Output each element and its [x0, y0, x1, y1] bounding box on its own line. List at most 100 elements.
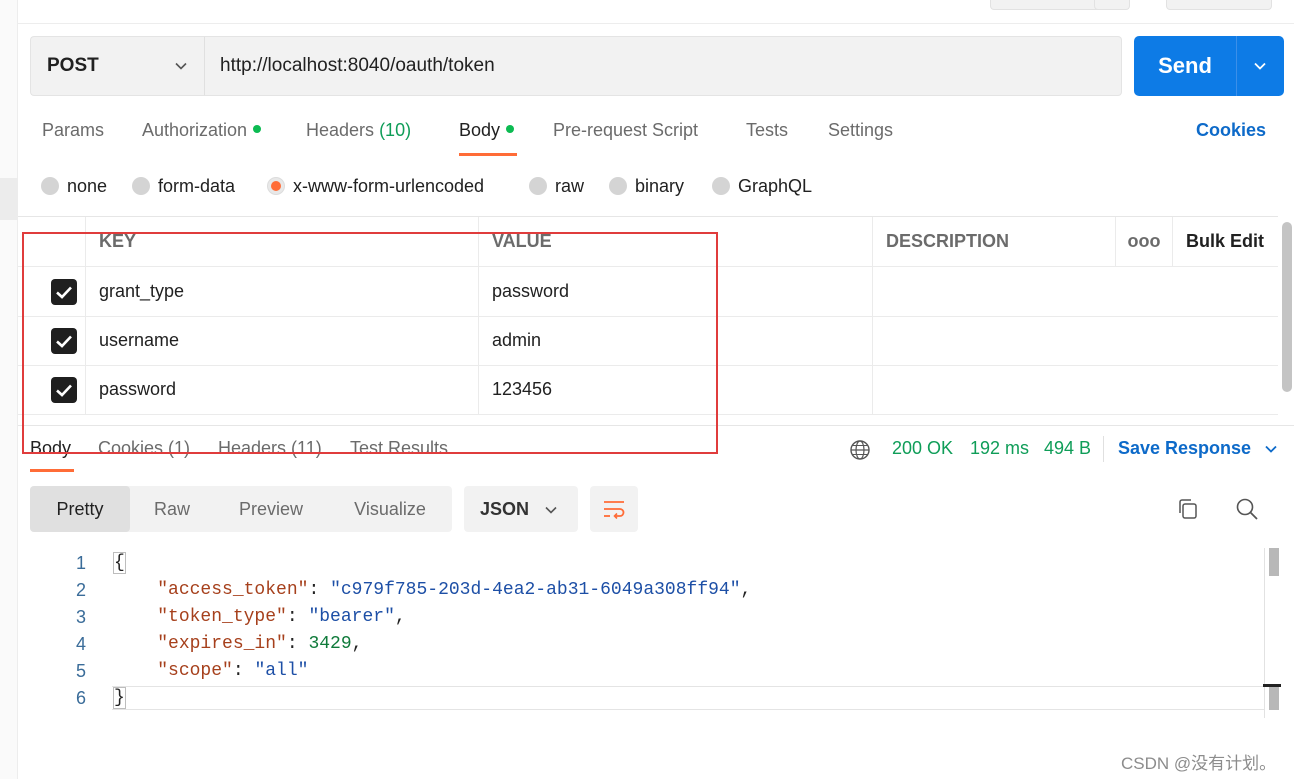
radio-circle-icon [132, 177, 150, 195]
table-scrollbar[interactable] [1282, 222, 1292, 392]
table-row: grant_type password [18, 267, 1278, 317]
radio-selected-icon [267, 177, 285, 195]
format-select[interactable]: JSON [464, 486, 578, 532]
chevron-down-icon [1265, 446, 1277, 454]
radio-label: x-www-form-urlencoded [293, 175, 485, 196]
row-key-cell[interactable]: grant_type [85, 267, 478, 316]
tab-params[interactable]: Params [42, 120, 104, 144]
view-mode-visualize[interactable]: Visualize [328, 486, 452, 532]
checkmark-icon [56, 335, 72, 348]
code-line: "token_type": "bearer", [157, 607, 406, 627]
row-value-cell[interactable]: password [478, 267, 872, 316]
code-line: "expires_in": 3429, [157, 634, 363, 654]
save-response-button[interactable]: Save Response [1118, 438, 1278, 459]
view-mode-preview[interactable]: Preview [214, 486, 328, 532]
copy-button[interactable] [1175, 496, 1201, 522]
table-header-row: KEY VALUE DESCRIPTION ooo Bulk Edit [18, 217, 1278, 267]
radio-label: GraphQL [738, 175, 813, 196]
response-tab-headers[interactable]: Headers (11) [218, 438, 322, 459]
send-button[interactable]: Send [1134, 36, 1284, 96]
response-code-viewer[interactable]: 1 { 2 "access_token": "c979f785-203d-4ea… [30, 548, 1264, 718]
format-label: JSON [480, 498, 530, 519]
bulk-edit-button[interactable]: Bulk Edit [1172, 217, 1278, 266]
radio-binary[interactable]: binary [609, 174, 684, 198]
method-label: POST [47, 55, 99, 76]
row-checkbox[interactable] [51, 377, 77, 403]
tab-label: Headers [306, 120, 375, 140]
json-key: "scope" [157, 661, 233, 681]
row-value-cell[interactable]: admin [478, 316, 872, 365]
row-checkbox[interactable] [51, 328, 77, 354]
radio-form-data[interactable]: form-data [132, 174, 235, 198]
tab-headers[interactable]: Headers (10) [306, 120, 411, 144]
send-label: Send [1158, 53, 1212, 78]
tab-authorization[interactable]: Authorization [142, 120, 262, 144]
response-size[interactable]: 494 B [1044, 438, 1091, 459]
line-number: 5 [75, 661, 86, 681]
radio-raw[interactable]: raw [529, 174, 584, 198]
column-header-key: KEY [85, 217, 478, 266]
row-description-cell[interactable] [872, 267, 1278, 316]
view-mode-segment: Pretty Raw Preview Visualize [30, 486, 452, 532]
code-line: "access_token": "c979f785-203d-4ea2-ab31… [157, 580, 752, 600]
json-key: "access_token" [157, 580, 309, 600]
response-tab-test-results[interactable]: Test Results [350, 438, 448, 459]
column-header-value: VALUE [478, 217, 872, 266]
response-tab-cookies[interactable]: Cookies (1) [98, 438, 190, 459]
top-toolbar-button[interactable] [1166, 0, 1272, 10]
line-number: 4 [75, 634, 86, 654]
tab-tests[interactable]: Tests [746, 120, 788, 144]
radio-label: none [67, 175, 108, 196]
row-key-cell[interactable]: password [85, 365, 478, 414]
line-number: 6 [75, 688, 86, 708]
chevron-down-icon [545, 506, 557, 514]
radio-circle-icon [529, 177, 547, 195]
chevron-down-icon [175, 62, 187, 70]
tab-label: Params [42, 120, 105, 140]
checkmark-icon [56, 286, 72, 299]
view-mode-raw[interactable]: Raw [130, 486, 214, 532]
tab-settings[interactable]: Settings [828, 120, 893, 144]
table-row: username admin [18, 316, 1278, 366]
radio-graphql[interactable]: GraphQL [712, 174, 812, 198]
copy-icon [1179, 499, 1197, 519]
response-tab-body[interactable]: Body [30, 438, 71, 459]
radio-none[interactable]: none [41, 174, 107, 198]
line-number: 2 [75, 580, 86, 600]
globe-icon[interactable] [849, 439, 871, 461]
radio-circle-icon [41, 177, 59, 195]
radio-x-www-form-urlencoded[interactable]: x-www-form-urlencoded [267, 174, 484, 198]
json-key: "expires_in" [157, 634, 287, 654]
word-wrap-button[interactable] [590, 486, 638, 532]
code-viewer-edge [1264, 548, 1265, 718]
code-brace: { [113, 552, 126, 574]
url-input[interactable]: http://localhost:8040/oauth/token [204, 36, 1122, 96]
json-value: "bearer" [308, 607, 395, 627]
more-options-icon[interactable]: ooo [1115, 217, 1172, 266]
wrap-lines-icon [604, 501, 625, 519]
row-checkbox[interactable] [51, 279, 77, 305]
tab-body[interactable]: Body [459, 120, 515, 144]
cookies-link[interactable]: Cookies [1196, 120, 1266, 141]
row-description-cell[interactable] [872, 365, 1278, 414]
tab-label: Tests [746, 120, 789, 140]
method-select[interactable]: POST [30, 36, 204, 96]
params-table: KEY VALUE DESCRIPTION ooo Bulk Edit gran… [18, 216, 1278, 415]
line-number: 3 [75, 607, 86, 627]
left-sidebar-edge [0, 0, 18, 779]
url-text: http://localhost:8040/oauth/token [220, 55, 495, 76]
send-options-chevron-icon[interactable] [1252, 58, 1268, 74]
response-time[interactable]: 192 ms [970, 438, 1029, 459]
search-button[interactable] [1234, 496, 1260, 522]
row-value-cell[interactable]: 123456 [478, 365, 872, 414]
tab-pre-request-script[interactable]: Pre-request Script [553, 120, 698, 144]
code-scrollbar-thumb[interactable] [1263, 684, 1281, 710]
row-key-cell[interactable]: username [85, 316, 478, 365]
row-description-cell[interactable] [872, 316, 1278, 365]
json-punct: , [351, 634, 363, 654]
json-key: "token_type" [157, 607, 287, 627]
view-mode-pretty[interactable]: Pretty [30, 486, 130, 532]
top-toolbar-button[interactable] [1094, 0, 1130, 10]
code-scrollbar[interactable] [1269, 548, 1279, 576]
status-code[interactable]: 200 OK [892, 438, 953, 459]
